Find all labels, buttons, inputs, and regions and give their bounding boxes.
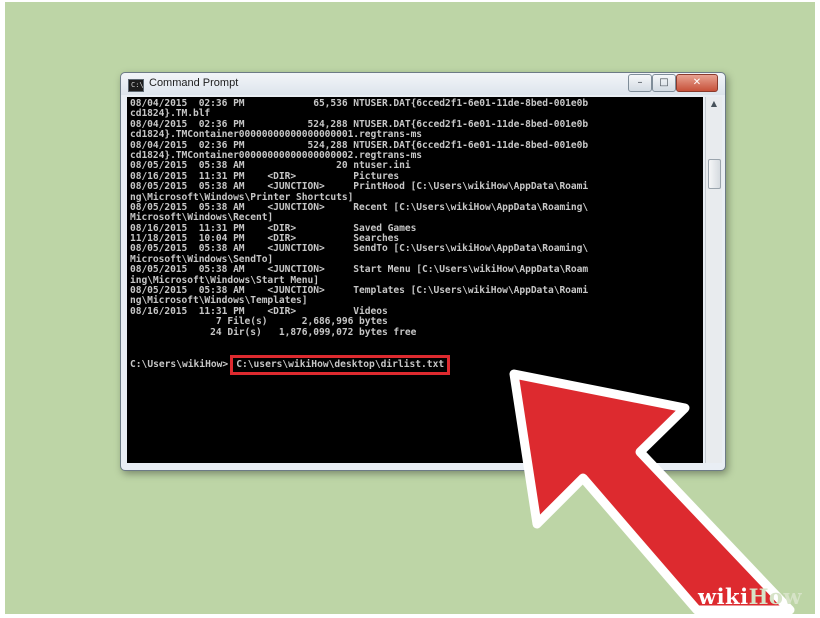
- red-arrow-pointer: [509, 369, 795, 615]
- wikihow-watermark: wikiHow: [698, 584, 802, 609]
- watermark-wiki: wiki: [698, 584, 749, 609]
- watermark-how: How: [748, 584, 803, 609]
- red-arrow-icon: [509, 369, 795, 615]
